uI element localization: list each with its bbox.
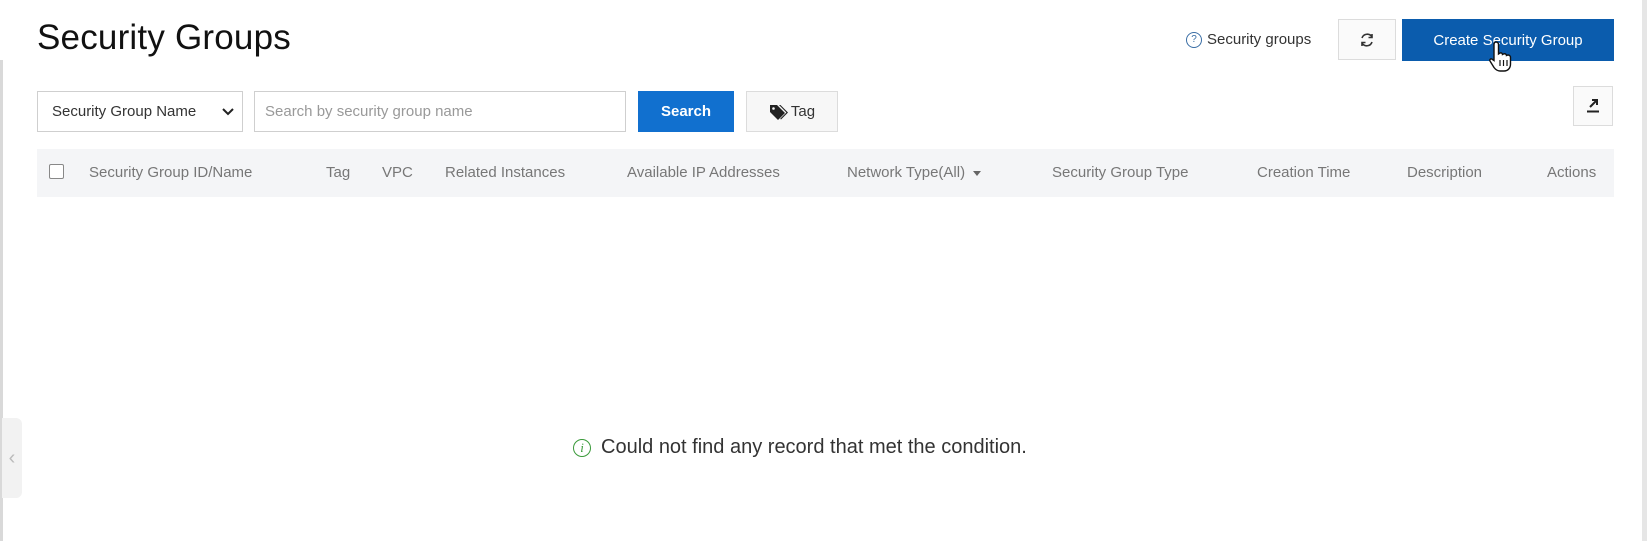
- column-header-related-instances: Related Instances: [445, 164, 566, 181]
- sidebar-collapse-handle[interactable]: ‹: [2, 418, 22, 498]
- column-header-vpc: VPC: [382, 164, 413, 181]
- column-header-network-type[interactable]: Network Type(All): [847, 149, 982, 197]
- column-header-security-group-type: Security Group Type: [1052, 164, 1189, 181]
- network-type-label: Network Type(All): [847, 164, 966, 181]
- chevron-left-icon: ‹: [8, 446, 16, 469]
- tag-button[interactable]: Tag: [746, 91, 838, 132]
- help-link-security-groups[interactable]: ? Security groups: [1186, 31, 1311, 48]
- tag-icon: [769, 104, 788, 120]
- info-icon: i: [573, 438, 591, 457]
- tag-button-label: Tag: [790, 103, 816, 120]
- refresh-button[interactable]: [1338, 19, 1396, 60]
- column-header-id-name: Security Group ID/Name: [89, 164, 253, 181]
- column-header-description: Description: [1407, 164, 1483, 181]
- page-title: Security Groups: [37, 18, 291, 57]
- help-link-label: Security groups: [1207, 31, 1312, 48]
- empty-state-message: Could not find any record that met the c…: [601, 436, 1027, 458]
- column-header-creation-time: Creation Time: [1257, 164, 1351, 181]
- filter-field-value: Security Group Name: [52, 103, 197, 120]
- column-header-available-ip: Available IP Addresses: [627, 164, 780, 181]
- filter-field-select[interactable]: Security Group Name: [37, 91, 243, 132]
- column-header-tag: Tag: [326, 164, 351, 181]
- help-icon: ?: [1186, 31, 1202, 48]
- search-button[interactable]: Search: [638, 91, 734, 132]
- export-button[interactable]: [1573, 86, 1613, 126]
- refresh-icon: [1361, 32, 1373, 47]
- search-input[interactable]: [254, 91, 626, 132]
- chevron-down-icon: [222, 107, 234, 115]
- column-header-actions: Actions: [1547, 164, 1597, 181]
- page-right-border: [1642, 0, 1647, 541]
- empty-state: i Could not find any record that met the…: [573, 436, 1027, 459]
- table-header: Security Group ID/Name Tag VPC Related I…: [37, 149, 1614, 197]
- select-all-checkbox[interactable]: [49, 164, 64, 179]
- caret-down-icon: [973, 170, 982, 176]
- export-icon: [1587, 99, 1599, 113]
- mouse-pointer-icon: [1489, 41, 1512, 72]
